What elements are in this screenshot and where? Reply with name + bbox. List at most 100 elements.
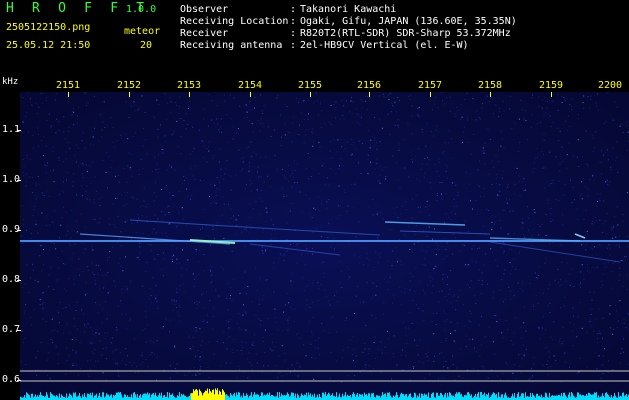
noise-dot [262,251,264,252]
noise-dot [34,254,36,256]
noise-dot [344,189,346,191]
noise-dot [46,224,48,226]
noise-dot [63,332,65,334]
noise-dot [320,283,322,285]
noise-floor-bar [594,392,595,400]
noise-dot [120,265,122,267]
noise-dot [109,256,110,258]
observer-label: Observer [180,4,229,15]
noise-dot [384,346,386,348]
noise-floor-bar [390,395,391,400]
noise-dot [564,183,566,185]
noise-floor-bar [89,394,90,400]
noise-dot [82,162,84,164]
noise-floor-bar [589,393,590,400]
noise-dot [612,369,614,371]
noise-dot [216,188,218,190]
noise-floor-bar [131,394,132,400]
noise-dot [542,364,544,366]
noise-dot [277,329,279,331]
noise-dot [449,270,451,272]
noise-dot [276,97,278,99]
noise-dot [66,347,67,349]
noise-dot [292,122,294,124]
noise-dot [596,368,598,370]
noise-dot [391,378,392,380]
noise-dot [299,124,300,126]
noise-dot [414,233,416,235]
noise-dot [176,363,178,365]
noise-dot [162,152,164,154]
noise-dot [102,372,104,374]
noise-dot [71,338,73,340]
noise-dot [460,103,462,105]
noise-dot [357,162,359,164]
noise-dot [464,126,465,128]
noise-dot [376,148,378,150]
noise-dot [531,235,533,237]
noise-dot [250,184,251,186]
noise-dot [307,118,309,120]
noise-dot [209,184,211,186]
noise-dot [572,315,574,317]
noise-dot [233,97,235,99]
noise-dot [426,122,428,124]
noise-dot [270,219,272,221]
noise-dot [125,285,127,287]
noise-dot [475,303,477,304]
noise-floor-bar [82,394,83,400]
noise-dot [435,324,437,325]
noise-dot [177,225,179,227]
noise-dot [457,192,459,194]
noise-dot [230,189,232,191]
noise-floor-bar [624,396,625,400]
noise-floor-bar [533,395,534,400]
noise-dot [150,340,152,342]
noise-dot [314,378,315,380]
noise-dot [525,120,527,122]
noise-dot [249,216,250,218]
noise-dot [573,323,575,325]
noise-dot [528,378,530,380]
noise-dot [89,165,91,167]
noise-dot [411,115,413,117]
noise-dot [445,248,447,250]
noise-dot [591,248,593,250]
noise-floor-bar [145,393,146,400]
noise-dot [441,197,443,199]
noise-dot [154,116,155,118]
noise-dot [102,121,104,123]
noise-floor-bar [442,394,443,400]
noise-dot [131,222,133,224]
noise-dot [538,266,540,268]
noise-dot [43,249,44,251]
noise-dot [374,145,375,147]
spectrogram-canvas [20,92,629,400]
noise-floor-bar [279,392,280,400]
noise-dot [440,193,442,195]
noise-dot [335,117,336,119]
noise-dot [438,175,440,177]
noise-dot [363,301,365,303]
noise-dot [43,317,45,319]
noise-dot [527,139,529,140]
noise-dot [261,246,263,248]
noise-floor-bar [179,392,180,400]
noise-dot [510,210,511,212]
noise-dot [421,128,423,130]
noise-dot [63,288,65,290]
noise-dot [599,333,601,334]
noise-dot [311,302,313,304]
noise-dot [541,99,543,101]
noise-dot [483,188,485,189]
noise-dot [107,125,108,127]
noise-floor-bar [262,392,263,400]
noise-dot [47,342,49,344]
noise-dot [236,224,238,226]
noise-dot [455,342,457,343]
noise-dot [175,262,177,264]
noise-dot [541,150,543,152]
noise-dot [228,221,230,223]
noise-floor-bar [461,393,462,400]
noise-dot [316,100,318,102]
